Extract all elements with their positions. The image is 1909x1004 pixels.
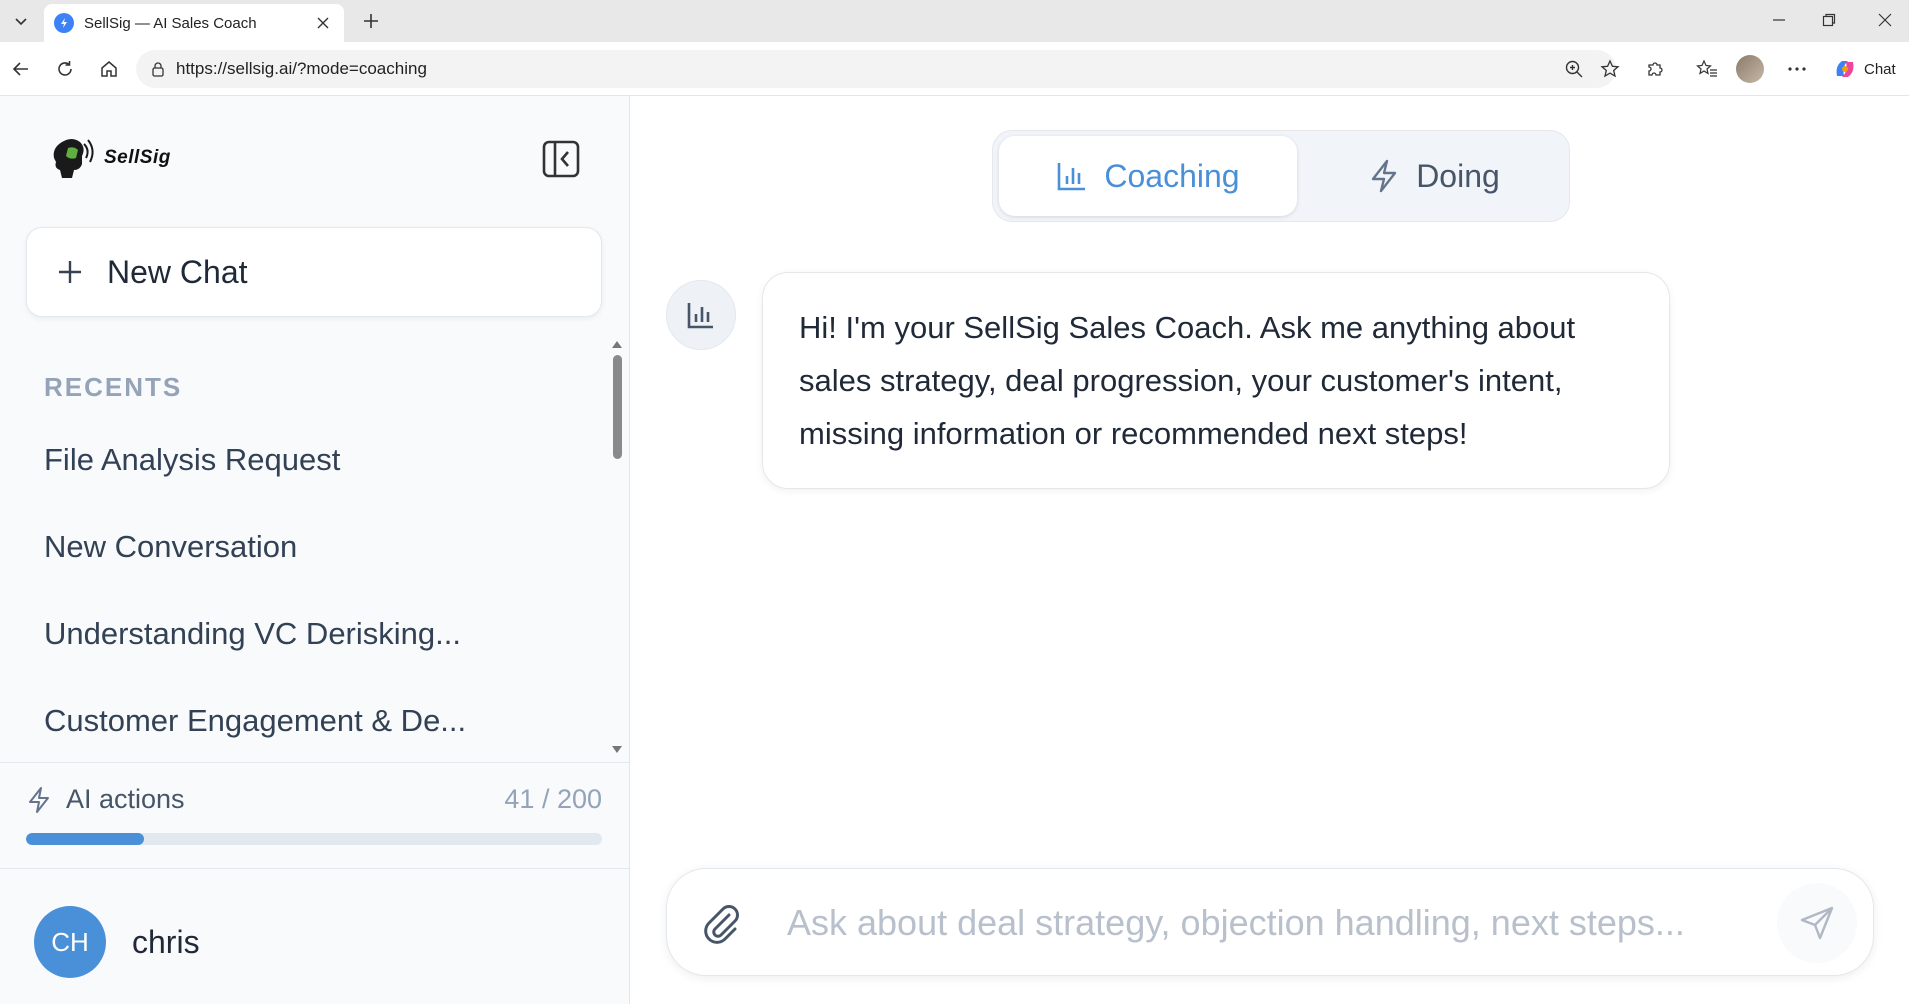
new-chat-button[interactable]: New Chat — [26, 227, 602, 317]
message-input[interactable] — [787, 893, 1747, 953]
recents-scrollbar[interactable] — [610, 341, 626, 759]
chat-button-label: Chat — [1864, 60, 1896, 78]
more-menu-button[interactable] — [1780, 52, 1814, 86]
close-window-button[interactable] — [1862, 0, 1908, 40]
collapse-sidebar-button[interactable] — [540, 138, 582, 180]
mode-toggle: Coaching Doing — [992, 130, 1570, 222]
reload-icon — [58, 61, 72, 76]
home-icon — [101, 61, 117, 77]
browser-profile-avatar[interactable] — [1736, 55, 1764, 83]
mode-doing-label: Doing — [1416, 157, 1500, 194]
browser-titlebar: SellSig — AI Sales Coach — [0, 0, 1909, 42]
scroll-thumb[interactable] — [613, 355, 622, 459]
bolt-favicon-icon — [54, 13, 74, 33]
favorites-list-icon — [1696, 59, 1717, 77]
chat-main: Coaching Doing Hi! I'm your SellSig Sale… — [630, 96, 1909, 1004]
ai-actions-progress-fill — [26, 833, 145, 845]
lock-icon — [152, 62, 164, 77]
sidebar-collapse-icon — [542, 140, 580, 178]
url-text: https://sellsig.ai/?mode=coaching — [176, 59, 427, 78]
ai-actions-progress-bar — [26, 833, 602, 845]
browser-tab-active[interactable]: SellSig — AI Sales Coach — [44, 4, 344, 42]
logo-text: SellSig — [104, 147, 171, 168]
mode-doing-button[interactable]: Doing — [1303, 136, 1565, 216]
back-arrow-icon — [12, 62, 28, 76]
plus-icon — [364, 14, 378, 28]
browser-toolbar: https://sellsig.ai/?mode=coaching Chat — [0, 42, 1909, 96]
message-composer — [666, 868, 1874, 976]
puzzle-icon — [1648, 62, 1663, 76]
address-bar[interactable]: https://sellsig.ai/?mode=coaching — [136, 50, 1620, 88]
back-button[interactable] — [4, 52, 38, 86]
home-button[interactable] — [92, 52, 126, 86]
send-icon — [1800, 906, 1834, 940]
recent-chat-item[interactable]: File Analysis Request — [0, 416, 610, 503]
bolt-icon — [29, 786, 49, 813]
tab-list-button[interactable] — [6, 6, 36, 36]
user-name: chris — [132, 923, 200, 960]
recents-heading: RECENTS — [44, 372, 183, 402]
close-icon — [1878, 13, 1892, 27]
favorites-button[interactable] — [1690, 52, 1724, 86]
scroll-down-arrow[interactable] — [612, 746, 622, 753]
more-dots-icon — [1788, 67, 1806, 71]
copilot-chat-button[interactable]: Chat — [1826, 50, 1904, 88]
zoom-icon[interactable] — [1564, 59, 1584, 84]
tab-title: SellSig — AI Sales Coach — [84, 14, 257, 32]
assistant-avatar — [666, 280, 736, 350]
app-root: SellSig New Chat RECENTS File Analysis R… — [0, 96, 1909, 1004]
new-tab-button[interactable] — [356, 6, 386, 36]
recent-chat-item[interactable]: New Conversation — [0, 503, 610, 590]
scroll-up-arrow[interactable] — [612, 341, 622, 348]
user-profile[interactable]: CH chris — [34, 906, 200, 978]
mode-coaching-button[interactable]: Coaching — [999, 136, 1297, 216]
send-button[interactable] — [1777, 883, 1857, 963]
sidebar: SellSig New Chat RECENTS File Analysis R… — [0, 96, 630, 1004]
ai-actions-label: AI actions — [66, 784, 185, 814]
favorite-star-icon[interactable] — [1600, 59, 1620, 84]
restore-icon — [1822, 13, 1836, 27]
assistant-message: Hi! I'm your SellSig Sales Coach. Ask me… — [762, 272, 1670, 489]
chevron-down-icon — [15, 18, 27, 26]
recent-chat-item[interactable]: Customer Engagement & De... — [0, 677, 610, 764]
bolt-icon — [1371, 159, 1397, 193]
attach-file-button[interactable] — [697, 899, 745, 947]
bar-chart-icon — [1058, 163, 1086, 191]
restore-button[interactable] — [1806, 0, 1852, 40]
close-tab-icon[interactable] — [312, 12, 334, 34]
minimize-icon — [1773, 19, 1785, 21]
logo-head-icon — [53, 139, 94, 178]
divider — [0, 762, 630, 763]
paperclip-icon — [704, 905, 739, 944]
reload-button[interactable] — [48, 52, 82, 86]
minimize-button[interactable] — [1756, 0, 1802, 40]
divider — [0, 868, 630, 869]
copilot-icon — [1836, 61, 1854, 77]
ai-actions-count: 41 / 200 — [504, 784, 602, 814]
recent-chat-item[interactable]: Understanding VC Derisking... — [0, 590, 610, 677]
extensions-button[interactable] — [1638, 52, 1672, 86]
bar-chart-icon — [687, 303, 713, 329]
user-avatar: CH — [34, 906, 106, 978]
new-chat-label: New Chat — [107, 253, 248, 290]
plus-icon — [59, 261, 81, 283]
sellsig-logo[interactable]: SellSig — [48, 134, 171, 182]
ai-actions-usage: AI actions 41 / 200 — [26, 784, 602, 815]
mode-coaching-label: Coaching — [1104, 157, 1240, 194]
